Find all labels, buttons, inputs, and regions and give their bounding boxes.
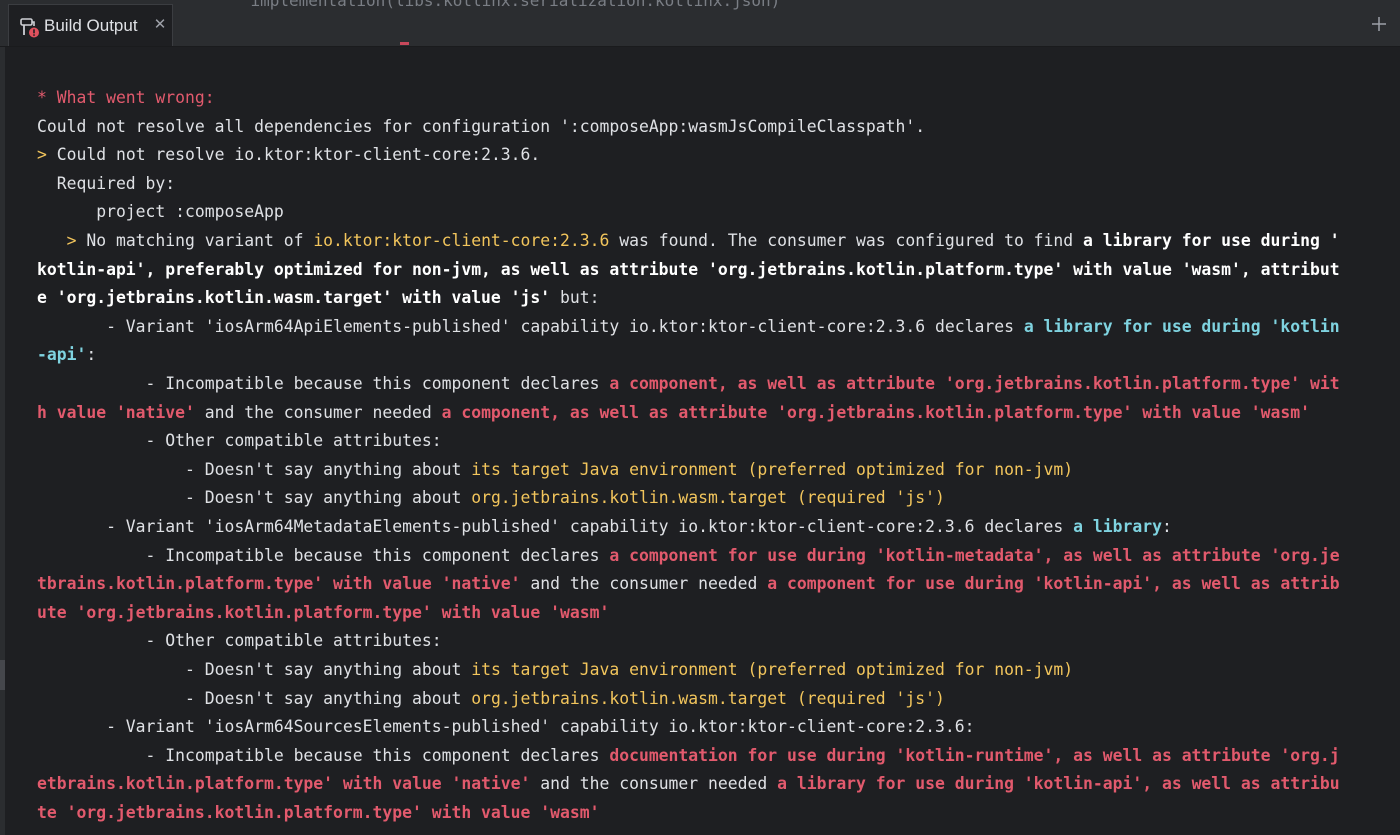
console-text-segment: org.jetbrains.kotlin.wasm.target (requir…: [471, 688, 945, 708]
console-line: - Doesn't say anything about its target …: [37, 460, 1073, 480]
console-text-segment: e 'org.jetbrains.kotlin.wasm.target' wit…: [37, 288, 551, 308]
console-text-segment: its target Java environment (preferred o…: [471, 459, 1074, 479]
clipped-red-text: [400, 42, 409, 45]
console-line: - Variant 'iosArm64MetadataElements-publ…: [37, 517, 1172, 537]
console-line: ute 'org.jetbrains.kotlin.platform.type'…: [37, 603, 609, 623]
console-text-segment: - Variant 'iosArm64ApiElements-published…: [37, 316, 1024, 336]
console-text-segment: - Doesn't say anything about: [37, 459, 472, 479]
console-text-segment: - Doesn't say anything about: [37, 488, 472, 508]
console-line: Could not resolve all dependencies for c…: [37, 117, 925, 137]
console-text-segment: and the consumer needed: [530, 774, 778, 794]
build-output-console[interactable]: * What went wrong: Could not resolve all …: [0, 47, 1400, 835]
console-line: > Could not resolve io.ktor:ktor-client-…: [37, 145, 540, 165]
console-text-segment: documentation for use during 'kotlin-run…: [609, 745, 1340, 765]
console-text-segment: kotlin-api', preferably optimized for no…: [37, 259, 1340, 279]
console-text-segment: a library for use during 'kotlin: [1023, 316, 1340, 336]
console-line: -api':: [37, 345, 96, 365]
console-line: Required by:: [37, 174, 175, 194]
console-line: - Doesn't say anything about org.jetbrai…: [37, 689, 945, 709]
console-line: > No matching variant of io.ktor:ktor-cl…: [37, 231, 1340, 251]
console-line: - Doesn't say anything about org.jetbrai…: [37, 488, 945, 508]
console-line: kotlin-api', preferably optimized for no…: [37, 260, 1340, 280]
build-error-icon: [19, 17, 41, 39]
console-line: te 'org.jetbrains.kotlin.platform.type' …: [37, 803, 599, 823]
console-text-segment: Could not resolve io.ktor:ktor-client-co…: [56, 145, 541, 165]
console-line: - Other compatible attributes:: [37, 631, 442, 651]
console-text-segment: was found. The consumer was configured t…: [609, 231, 1084, 250]
console-text-segment: a component, as well as attribute 'org.j…: [441, 402, 1310, 422]
console-line: h value 'native' and the consumer needed…: [37, 403, 1310, 423]
console-text-segment: >: [37, 231, 87, 250]
tab-build-output[interactable]: Build Output ✕: [8, 4, 173, 46]
left-gutter: [0, 47, 5, 835]
console-text-segment: tbrains.kotlin.platform.type' with value…: [37, 574, 521, 594]
console-text-segment: a library: [1073, 517, 1162, 536]
console-line: etbrains.kotlin.platform.type' with valu…: [37, 774, 1340, 794]
console-line: - Variant 'iosArm64SourcesElements-publi…: [37, 717, 974, 737]
console-text-segment: Required by:: [37, 173, 176, 193]
console-text-segment: and the consumer needed: [520, 574, 768, 594]
console-line: - Incompatible because this component de…: [37, 374, 1340, 394]
console-text-segment: io.ktor:ktor-client-core:2.3.6: [313, 231, 610, 250]
console-text-segment: etbrains.kotlin.platform.type' with valu…: [37, 774, 531, 794]
console-line: project :composeApp: [37, 202, 284, 222]
console-text-segment: -api': [37, 345, 87, 365]
console-text-segment: - Incompatible because this component de…: [37, 545, 610, 565]
console-line: * What went wrong:: [37, 88, 215, 108]
console-text-segment: project :composeApp: [37, 202, 284, 222]
console-text-segment: a component for use during 'kotlin-api',…: [767, 574, 1340, 594]
console-text-segment: - Other compatible attributes:: [37, 431, 442, 451]
console-text-segment: - Doesn't say anything about: [37, 688, 472, 708]
console-text-segment: - Incompatible because this component de…: [37, 745, 610, 765]
console-text-segment: but:: [550, 288, 600, 308]
console-text-segment: - Incompatible because this component de…: [37, 374, 610, 393]
console-text-segment: ute 'org.jetbrains.kotlin.platform.type'…: [37, 602, 610, 622]
console-line: - Incompatible because this component de…: [37, 746, 1340, 766]
console-text-segment: No matching variant of: [86, 231, 314, 250]
tab-label: Build Output: [44, 16, 138, 35]
console-text-segment: and the consumer needed: [194, 402, 442, 422]
console-text-segment: a library for use during ': [1083, 231, 1340, 250]
console-line: - Incompatible because this component de…: [37, 546, 1340, 566]
add-tab-icon[interactable]: [1367, 12, 1391, 36]
console-text-segment: a component for use during 'kotlin-metad…: [609, 545, 1340, 565]
console-text-segment: h value 'native': [37, 402, 195, 422]
console-text-segment: * What went wrong:: [37, 88, 215, 107]
console-line: - Other compatible attributes:: [37, 431, 442, 451]
console-text-segment: org.jetbrains.kotlin.wasm.target (requir…: [471, 488, 945, 508]
console-text-segment: - Variant 'iosArm64MetadataElements-publ…: [37, 517, 1074, 536]
console-text-segment: - Variant 'iosArm64SourcesElements-publi…: [37, 717, 975, 737]
console-text-segment: :: [86, 345, 97, 365]
console-text-segment: its target Java environment (preferred o…: [471, 660, 1074, 679]
console-text-segment: te 'org.jetbrains.kotlin.platform.type' …: [37, 803, 600, 822]
gutter-marker: [0, 660, 5, 690]
console-line: - Variant 'iosArm64ApiElements-published…: [37, 317, 1340, 337]
close-icon[interactable]: ✕: [151, 15, 169, 33]
console-line: e 'org.jetbrains.kotlin.wasm.target' wit…: [37, 288, 599, 308]
console-text-segment: :: [1161, 517, 1172, 536]
console-text-segment: a library for use during 'kotlin-api', a…: [777, 774, 1340, 794]
console-line: - Doesn't say anything about its target …: [37, 660, 1073, 680]
editor-text-behind: implementation(libs.kotlinx.serializatio…: [250, 0, 781, 10]
console-text-segment: Could not resolve all dependencies for c…: [37, 116, 926, 136]
console-text-segment: a component, as well as attribute 'org.j…: [609, 374, 1340, 393]
console-line: tbrains.kotlin.platform.type' with value…: [37, 574, 1340, 594]
console-text-segment: - Other compatible attributes:: [37, 631, 442, 651]
console-text-segment: - Doesn't say anything about: [37, 660, 472, 679]
console-text-segment: >: [37, 145, 57, 165]
tool-window-tabbar: implementation(libs.kotlinx.serializatio…: [0, 0, 1400, 47]
